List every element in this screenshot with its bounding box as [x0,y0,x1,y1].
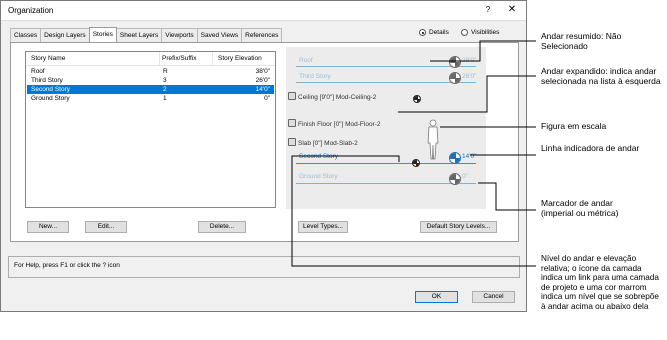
callout-story-marker: Marcador de andar (imperial ou métrica) [541,198,619,218]
callout-collapsed-story: Andar resumido: Não Selecionado [541,31,622,51]
callout-expanded-story: Andar expandido: indica andar selecionad… [541,66,661,86]
callout-scale-figure: Figura em escala [541,121,607,131]
callout-level-and-elevation: Nível do andar e elevação relativa; o íc… [541,254,659,311]
callout-story-indicator-line: Linha indicadora de andar [541,143,640,153]
